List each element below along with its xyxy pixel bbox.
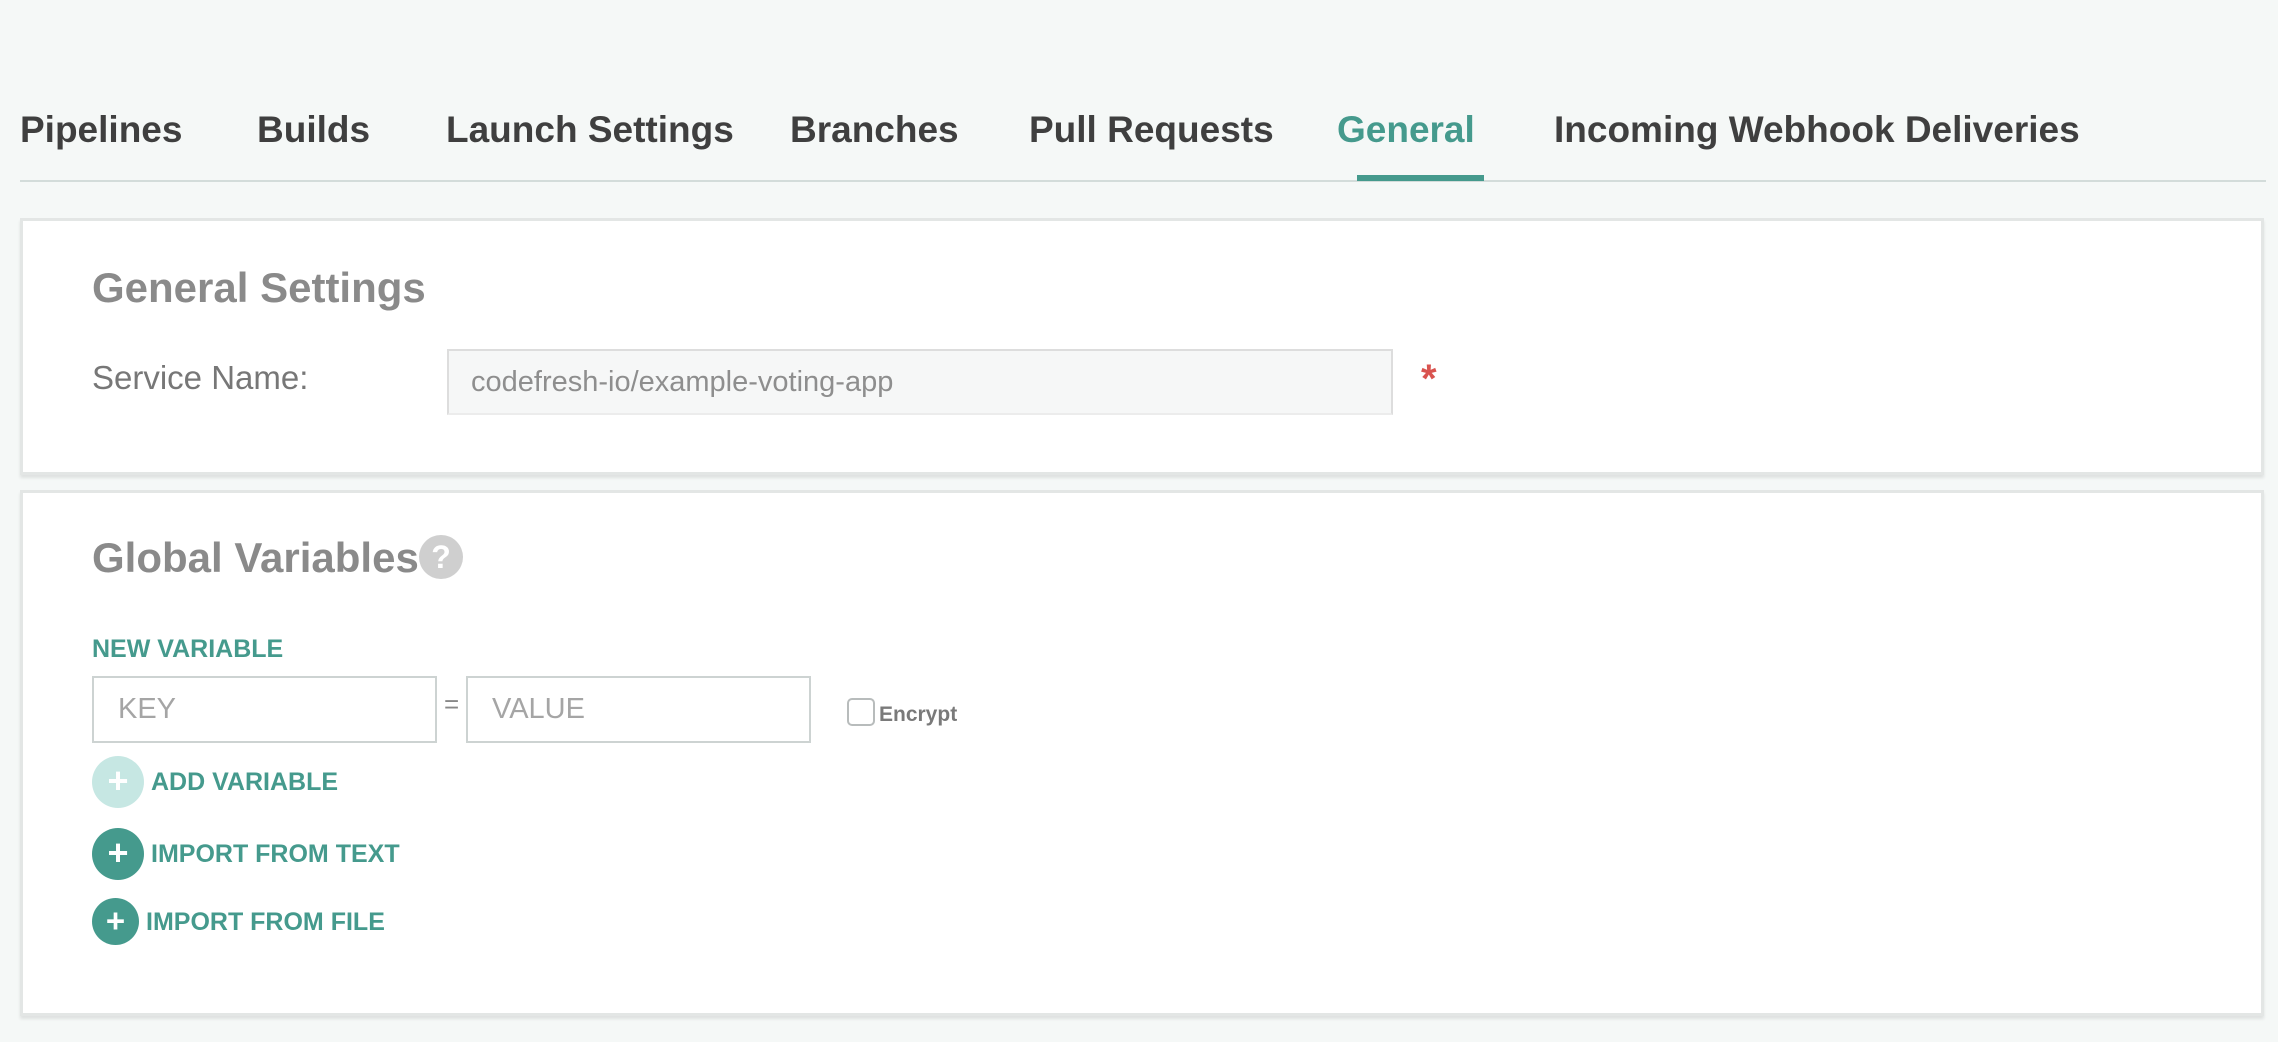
import-from-text-label: IMPORT FROM TEXT (151, 840, 400, 868)
plus-circle-icon: + (92, 828, 144, 880)
tab-pipelines[interactable]: Pipelines (20, 104, 182, 156)
import-from-file-label: IMPORT FROM FILE (146, 908, 385, 936)
tab-builds[interactable]: Builds (257, 104, 370, 156)
add-variable-label: ADD VARIABLE (151, 768, 339, 796)
plus-circle-icon: + (92, 756, 144, 808)
tab-incoming-webhook-deliveries[interactable]: Incoming Webhook Deliveries (1554, 104, 2080, 156)
tab-bar: Pipelines Builds Launch Settings Branche… (20, 0, 2266, 182)
global-variables-title: Global Variables (92, 534, 419, 581)
encrypt-checkbox[interactable] (847, 698, 875, 726)
required-marker: * (1421, 357, 1437, 401)
equals-sign: = (444, 689, 460, 719)
question-circle-icon[interactable]: ? (419, 535, 463, 579)
tab-general[interactable]: General (1337, 104, 1475, 156)
tab-launch-settings[interactable]: Launch Settings (446, 104, 734, 156)
active-tab-indicator (1357, 175, 1484, 181)
plus-circle-icon: + (92, 898, 139, 945)
tab-pull-requests[interactable]: Pull Requests (1029, 104, 1274, 156)
global-variables-panel: Global Variables ? NEW VARIABLE = Encryp… (20, 490, 2264, 1016)
variable-value-input[interactable] (466, 676, 811, 743)
general-settings-title: General Settings (92, 264, 426, 311)
encrypt-label: Encrypt (879, 703, 958, 726)
general-settings-panel: General Settings Service Name: * (20, 218, 2264, 475)
service-name-label: Service Name: (92, 359, 309, 396)
tab-branches[interactable]: Branches (790, 104, 959, 156)
variable-key-input[interactable] (92, 676, 437, 743)
service-name-input[interactable] (447, 349, 1393, 415)
new-variable-label: NEW VARIABLE (92, 635, 284, 663)
